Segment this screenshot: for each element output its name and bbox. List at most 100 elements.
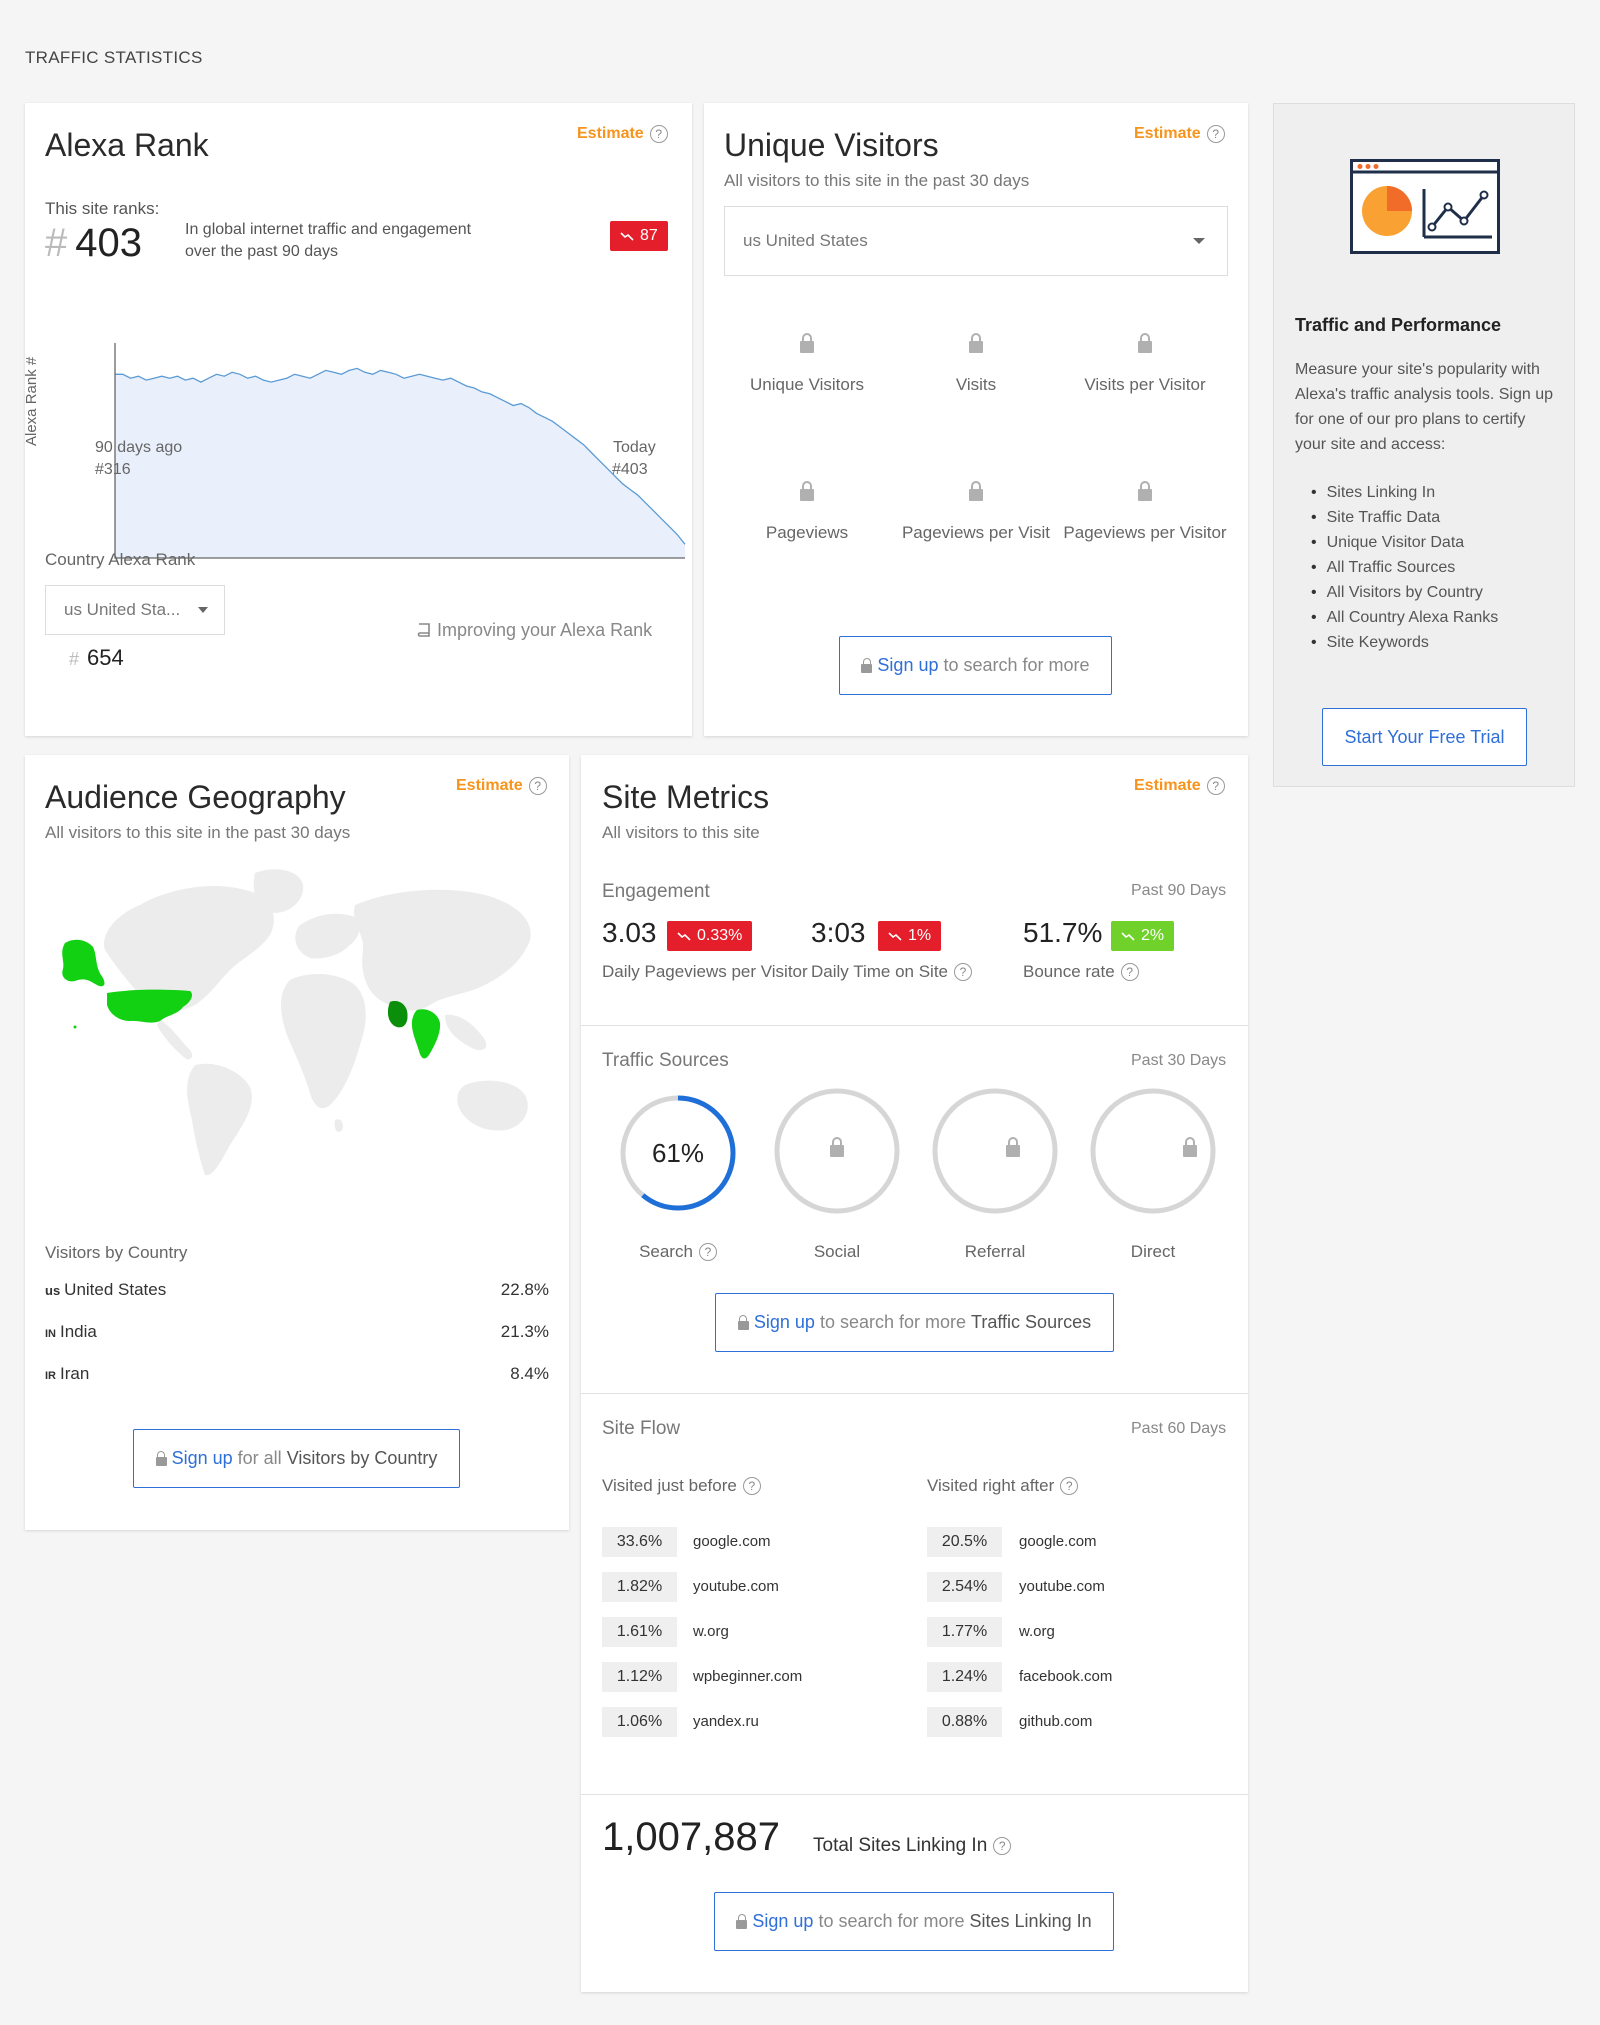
country-pct: 22.8% <box>500 1280 549 1299</box>
locked-metric: Pageviews per Visit <box>886 481 1066 543</box>
audience-geography-subtitle: All visitors to this site in the past 30… <box>45 823 351 842</box>
flow-site[interactable]: youtube.com <box>693 1578 779 1595</box>
help-icon[interactable]: ? <box>1206 777 1225 795</box>
chart-start-label: 90 days ago <box>95 439 183 456</box>
global-rank: #403 <box>45 221 142 266</box>
locked-ring <box>1090 1088 1216 1214</box>
list-item: Sites Linking In <box>1311 480 1498 505</box>
promo-description: Measure your site's popularity with Alex… <box>1295 361 1553 453</box>
country-select[interactable]: us United States <box>724 206 1228 276</box>
improve-rank-link[interactable]: Improving your Alexa Rank <box>417 620 652 641</box>
lock-icon <box>1182 1137 1197 1157</box>
chart-end-label: Today <box>613 439 656 456</box>
unique-visitors-subtitle: All visitors to this site in the past 30… <box>724 171 1030 190</box>
lock-icon <box>1138 333 1152 353</box>
rank-area <box>115 368 685 558</box>
flow-pct: 33.6% <box>602 1527 677 1557</box>
list-item: All Country Alexa Ranks <box>1311 605 1499 630</box>
locked-metric: Unique Visitors <box>717 333 897 395</box>
country-name: Iran <box>60 1364 90 1383</box>
site-flow-label: Site Flow <box>602 1418 681 1439</box>
estimate-label[interactable]: Estimate? <box>456 777 547 795</box>
chart-start-value: #316 <box>95 461 131 478</box>
trend-down-icon <box>888 932 902 941</box>
metric-label: Daily Pageviews per Visitor <box>602 962 808 981</box>
metric-value: 3.03 <box>602 917 657 948</box>
rank-hash: # <box>45 221 68 265</box>
metric-label: Bounce rate? <box>1023 962 1139 982</box>
signup-visitors-button[interactable]: Sign up for all Visitors by Country <box>133 1429 460 1488</box>
alexa-rank-card: Alexa Rank Estimate? This site ranks: #4… <box>23 103 692 736</box>
help-icon[interactable]: ? <box>742 1477 761 1495</box>
alexa-rank-title: Alexa Rank <box>45 127 209 163</box>
metric-label: Daily Time on Site? <box>811 962 972 982</box>
promo-feature-list: Sites Linking In Site Traffic Data Uniqu… <box>1311 480 1499 655</box>
linking-label: Total Sites Linking In? <box>813 1835 1012 1857</box>
engagement-period: Past 90 Days <box>1131 882 1227 899</box>
flow-site[interactable]: yandex.ru <box>693 1713 759 1730</box>
flow-site[interactable]: w.org <box>1019 1623 1055 1640</box>
lock-icon <box>155 1451 167 1466</box>
metric-change-badge: 0.33% <box>667 921 753 951</box>
divider <box>581 1794 1248 1795</box>
flow-pct: 1.06% <box>602 1707 677 1737</box>
help-icon[interactable]: ? <box>993 1837 1012 1855</box>
flow-site[interactable]: wpbeginner.com <box>693 1668 802 1685</box>
flow-site[interactable]: w.org <box>693 1623 729 1640</box>
estimate-label[interactable]: Estimate? <box>1134 777 1225 795</box>
metric-change-badge: 1% <box>878 921 942 951</box>
country-name: United States <box>64 1280 167 1299</box>
country-name: India <box>60 1322 97 1341</box>
country-select[interactable]: us United Sta... <box>45 585 225 635</box>
source-label-referral: Referral <box>964 1242 1026 1261</box>
lock-icon <box>861 658 873 673</box>
country-rank: #654 <box>69 645 124 670</box>
estimate-label[interactable]: Estimate? <box>1134 125 1225 143</box>
country-code: IR <box>45 1370 56 1382</box>
source-label-social: Social <box>813 1242 861 1261</box>
traffic-sources-label: Traffic Sources <box>602 1050 729 1071</box>
source-label-direct: Direct <box>1130 1242 1176 1261</box>
caret-down-icon <box>1193 238 1205 244</box>
country-pct: 8.4% <box>510 1364 549 1383</box>
chart-end-value: #403 <box>612 461 648 478</box>
help-icon[interactable]: ? <box>649 125 668 143</box>
trend-down-icon <box>620 232 634 241</box>
locked-metric: Pageviews <box>717 481 897 543</box>
flow-pct: 1.12% <box>602 1662 677 1692</box>
flow-pct: 1.77% <box>927 1617 1002 1647</box>
country-pct: 21.3% <box>500 1322 549 1341</box>
list-item: Site Keywords <box>1311 630 1498 655</box>
flow-site[interactable]: github.com <box>1019 1713 1092 1730</box>
flow-pct: 1.24% <box>927 1662 1002 1692</box>
rank-y-label: Alexa Rank # <box>23 356 40 446</box>
start-free-trial-button[interactable]: Start Your Free Trial <box>1322 708 1527 766</box>
traffic-sources-period: Past 30 Days <box>1131 1052 1227 1069</box>
help-icon[interactable]: ? <box>1060 1477 1079 1495</box>
help-icon[interactable]: ? <box>528 777 547 795</box>
trend-down-icon <box>677 932 691 941</box>
help-icon[interactable]: ? <box>698 1243 717 1261</box>
flow-site[interactable]: facebook.com <box>1019 1668 1112 1685</box>
help-icon[interactable]: ? <box>954 963 972 981</box>
help-icon[interactable]: ? <box>1120 963 1139 981</box>
signup-traffic-sources-button[interactable]: Sign up to search for more Traffic Sourc… <box>715 1293 1114 1352</box>
flow-site[interactable]: google.com <box>693 1533 771 1550</box>
flow-site[interactable]: google.com <box>1019 1533 1097 1550</box>
signup-linking-button[interactable]: Sign up to search for more Sites Linking… <box>714 1892 1114 1951</box>
visited-before-label: Visited just before? <box>602 1476 761 1496</box>
lock-icon <box>737 1315 749 1330</box>
signup-button[interactable]: Sign up to search for more <box>839 636 1112 695</box>
locked-ring <box>932 1088 1058 1214</box>
audience-geography-title: Audience Geography <box>45 779 346 815</box>
country-code: IN <box>45 1328 56 1340</box>
locked-metric: Pageviews per Visitor <box>1055 481 1235 543</box>
estimate-label[interactable]: Estimate? <box>577 125 668 143</box>
rank-value: 403 <box>75 221 142 265</box>
source-label-search: Search? <box>618 1242 738 1262</box>
help-icon[interactable]: ? <box>1206 125 1225 143</box>
metric-value: 3:03 <box>811 917 866 948</box>
site-flow-period: Past 60 Days <box>1131 1420 1227 1437</box>
flow-site[interactable]: youtube.com <box>1019 1578 1105 1595</box>
metric-value: 51.7% <box>1023 917 1103 948</box>
